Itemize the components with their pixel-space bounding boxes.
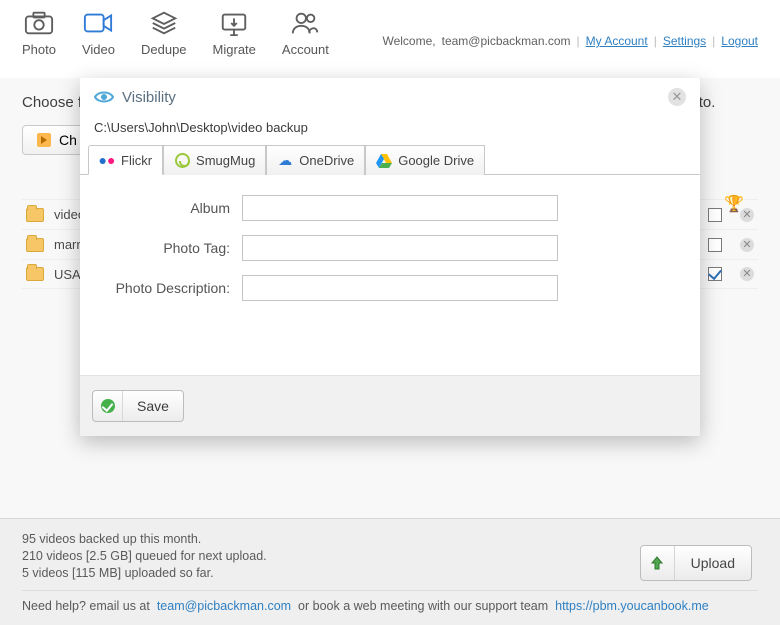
nav-dedupe[interactable]: Dedupe bbox=[141, 10, 187, 57]
button-label: Save bbox=[123, 398, 183, 414]
photo-description-input[interactable] bbox=[242, 275, 558, 301]
settings-link[interactable]: Settings bbox=[663, 34, 706, 48]
welcome-label: Welcome, bbox=[382, 34, 435, 48]
video-icon bbox=[83, 10, 113, 36]
nav-video[interactable]: Video bbox=[82, 10, 115, 57]
tab-label: OneDrive bbox=[299, 153, 354, 168]
button-label: Upload bbox=[675, 555, 751, 571]
flickr-icon: ●● bbox=[99, 152, 115, 168]
folder-icon bbox=[26, 208, 44, 222]
help-email-link[interactable]: team@picbackman.com bbox=[157, 599, 291, 613]
folder-checkbox[interactable] bbox=[708, 267, 722, 281]
close-icon[interactable]: ✕ bbox=[668, 88, 686, 106]
nav-label: Dedupe bbox=[141, 42, 187, 57]
nav-label: Migrate bbox=[213, 42, 256, 57]
modal-footer: Save bbox=[80, 375, 700, 436]
nav-account[interactable]: Account bbox=[282, 10, 329, 57]
googledrive-icon bbox=[376, 153, 392, 169]
status-footer: 95 videos backed up this month. 210 vide… bbox=[0, 518, 780, 625]
photo-tag-input[interactable] bbox=[242, 235, 558, 261]
service-tabs: ●● Flickr SmugMug ☁ OneDrive Google Driv… bbox=[80, 145, 700, 175]
tab-smugmug[interactable]: SmugMug bbox=[163, 145, 266, 175]
my-account-link[interactable]: My Account bbox=[586, 34, 648, 48]
folder-checkbox[interactable] bbox=[708, 208, 722, 222]
nav-label: Video bbox=[82, 42, 115, 57]
account-icon bbox=[290, 10, 320, 36]
modal-form: Album Photo Tag: Photo Description: bbox=[80, 175, 700, 375]
status-line: 95 videos backed up this month. bbox=[22, 532, 758, 546]
main-toolbar: Photo Video Dedupe Migrate Account Welco… bbox=[0, 0, 780, 78]
welcome-email: team@picbackman.com bbox=[442, 34, 571, 48]
modal-header: Visibility ✕ bbox=[80, 78, 700, 116]
help-line: Need help? email us at team@picbackman.c… bbox=[22, 590, 758, 613]
modal-title: Visibility bbox=[122, 89, 176, 106]
tab-label: Google Drive bbox=[398, 153, 474, 168]
folder-checkbox[interactable] bbox=[708, 238, 722, 252]
help-booking-link[interactable]: https://pbm.youcanbook.me bbox=[555, 599, 709, 613]
smugmug-icon bbox=[174, 153, 190, 169]
visibility-modal: Visibility ✕ C:\Users\John\Desktop\video… bbox=[80, 78, 700, 436]
onedrive-icon: ☁ bbox=[277, 153, 293, 169]
save-button[interactable]: Save bbox=[92, 390, 184, 422]
upload-button[interactable]: Upload bbox=[640, 545, 752, 581]
nav-label: Account bbox=[282, 42, 329, 57]
folder-remove-icon[interactable]: ✕ bbox=[740, 267, 754, 281]
check-icon bbox=[93, 391, 123, 421]
welcome-bar: Welcome, team@picbackman.com | My Accoun… bbox=[382, 34, 758, 48]
tab-label: Flickr bbox=[121, 153, 152, 168]
folder-remove-icon[interactable]: ✕ bbox=[740, 238, 754, 252]
logout-link[interactable]: Logout bbox=[721, 34, 758, 48]
play-icon bbox=[37, 133, 51, 147]
photo-description-label: Photo Description: bbox=[110, 280, 230, 296]
modal-path: C:\Users\John\Desktop\video backup bbox=[80, 116, 700, 145]
button-label: Ch bbox=[59, 132, 77, 148]
nav-photo[interactable]: Photo bbox=[22, 10, 56, 57]
upload-icon bbox=[641, 546, 675, 580]
migrate-icon bbox=[219, 10, 249, 36]
trophy-icon[interactable]: 🏆 bbox=[724, 194, 742, 212]
tab-googledrive[interactable]: Google Drive bbox=[365, 145, 485, 175]
photo-tag-label: Photo Tag: bbox=[110, 240, 230, 256]
album-input[interactable] bbox=[242, 195, 558, 221]
layers-icon bbox=[149, 10, 179, 36]
folder-icon bbox=[26, 238, 44, 252]
folder-icon bbox=[26, 267, 44, 281]
nav-migrate[interactable]: Migrate bbox=[213, 10, 256, 57]
album-label: Album bbox=[110, 200, 230, 216]
camera-icon bbox=[24, 10, 54, 36]
tab-label: SmugMug bbox=[196, 153, 255, 168]
eye-icon bbox=[94, 90, 114, 104]
tab-onedrive[interactable]: ☁ OneDrive bbox=[266, 145, 365, 175]
nav-label: Photo bbox=[22, 42, 56, 57]
tab-flickr[interactable]: ●● Flickr bbox=[88, 145, 163, 175]
